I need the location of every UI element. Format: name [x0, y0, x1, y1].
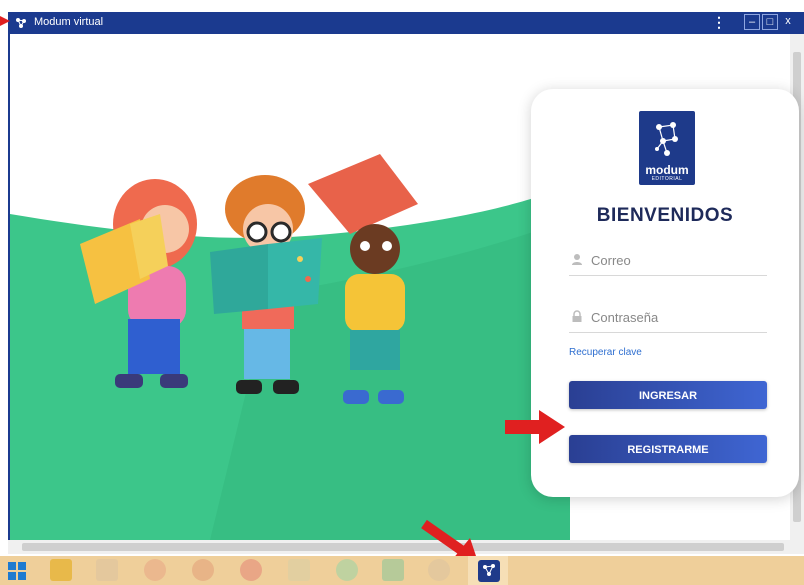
- email-input[interactable]: [591, 249, 761, 271]
- recover-password-link[interactable]: Recuperar clave: [569, 347, 642, 358]
- app-logo-icon: [16, 18, 26, 28]
- close-button[interactable]: x: [780, 14, 796, 30]
- window-border: [8, 34, 10, 554]
- chat-app-icon[interactable]: [336, 559, 358, 581]
- os-taskbar: [0, 556, 804, 585]
- taskbar-app-icon[interactable]: [96, 559, 118, 581]
- brand-name: modum: [645, 163, 689, 177]
- maximize-button[interactable]: □: [762, 14, 778, 30]
- brand-logo: modum EDITORIAL: [639, 111, 695, 185]
- horizontal-scroll-thumb[interactable]: [22, 543, 784, 551]
- browser-icon[interactable]: [144, 559, 166, 581]
- login-button[interactable]: INGRESAR: [569, 381, 767, 409]
- brand-subtitle: EDITORIAL: [651, 176, 683, 182]
- email-field[interactable]: [569, 247, 767, 276]
- window-title: Modum virtual: [34, 16, 104, 28]
- red-pointer-arrow-icon: [0, 16, 10, 26]
- window-titlebar[interactable]: Modum virtual ⋮ – □ x: [8, 12, 804, 34]
- password-field[interactable]: [569, 304, 767, 333]
- taskbar-app-icon[interactable]: [288, 559, 310, 581]
- user-icon: [572, 254, 582, 265]
- browser-icon[interactable]: [240, 559, 262, 581]
- welcome-heading: BIENVENIDOS: [596, 205, 734, 226]
- paint-icon[interactable]: [428, 559, 450, 581]
- lock-icon: [572, 310, 582, 322]
- password-input[interactable]: [591, 306, 761, 328]
- modum-app-icon[interactable]: [478, 560, 500, 582]
- minimize-button[interactable]: –: [744, 14, 760, 30]
- menu-icon[interactable]: ⋮: [712, 14, 726, 31]
- horizontal-scrollbar[interactable]: [8, 540, 804, 554]
- spreadsheet-icon[interactable]: [382, 559, 404, 581]
- windows-start-icon[interactable]: [8, 562, 26, 580]
- login-card: modum EDITORIAL BIENVENIDOS Recuperar cl…: [531, 89, 799, 497]
- red-annotation-arrow-icon: [505, 410, 565, 444]
- modum-network-icon: [655, 122, 678, 156]
- register-button[interactable]: REGISTRARME: [569, 435, 767, 463]
- browser-icon[interactable]: [192, 559, 214, 581]
- file-explorer-icon[interactable]: [50, 559, 72, 581]
